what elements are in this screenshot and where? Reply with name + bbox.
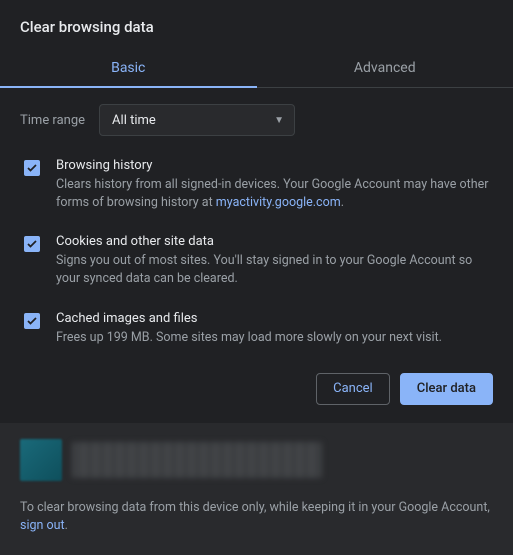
- option-title: Cookies and other site data: [56, 234, 493, 249]
- chevron-down-icon: ▼: [274, 115, 284, 126]
- time-range-label: Time range: [20, 113, 85, 128]
- footer-note: To clear browsing data from this device …: [20, 499, 493, 535]
- dialog-footer: To clear browsing data from this device …: [0, 423, 513, 555]
- time-range-select[interactable]: All time ▼: [99, 104, 295, 136]
- option-description: Signs you out of most sites. You'll stay…: [56, 252, 493, 288]
- dialog-title: Clear browsing data: [0, 0, 513, 50]
- checkbox-cookies[interactable]: [24, 236, 40, 252]
- clear-data-button[interactable]: Clear data: [400, 373, 493, 405]
- dialog-actions: Cancel Clear data: [0, 369, 513, 423]
- myactivity-link[interactable]: myactivity.google.com: [216, 195, 341, 210]
- option-cookies: Cookies and other site data Signs you ou…: [20, 234, 493, 310]
- sign-out-link[interactable]: sign out: [20, 518, 65, 533]
- time-range-row: Time range All time ▼: [20, 104, 493, 136]
- cancel-button[interactable]: Cancel: [316, 373, 390, 405]
- time-range-value: All time: [112, 113, 156, 128]
- avatar: [20, 439, 62, 481]
- option-cache: Cached images and files Frees up 199 MB.…: [20, 311, 493, 369]
- checkbox-cache[interactable]: [24, 313, 40, 329]
- option-description: Frees up 199 MB. Some sites may load mor…: [56, 329, 493, 347]
- option-title: Cached images and files: [56, 311, 493, 326]
- clear-browsing-data-dialog: Clear browsing data Basic Advanced Time …: [0, 0, 513, 555]
- profile-info: [20, 439, 493, 481]
- option-title: Browsing history: [56, 158, 493, 173]
- tab-advanced[interactable]: Advanced: [257, 50, 513, 87]
- check-icon: [26, 162, 38, 174]
- check-icon: [26, 238, 38, 250]
- option-browsing-history: Browsing history Clears history from all…: [20, 158, 493, 234]
- check-icon: [26, 315, 38, 327]
- checkbox-browsing-history[interactable]: [24, 160, 40, 176]
- profile-name: [72, 442, 322, 478]
- tab-basic[interactable]: Basic: [0, 50, 257, 87]
- option-description: Clears history from all signed-in device…: [56, 176, 493, 212]
- tabs: Basic Advanced: [0, 50, 513, 88]
